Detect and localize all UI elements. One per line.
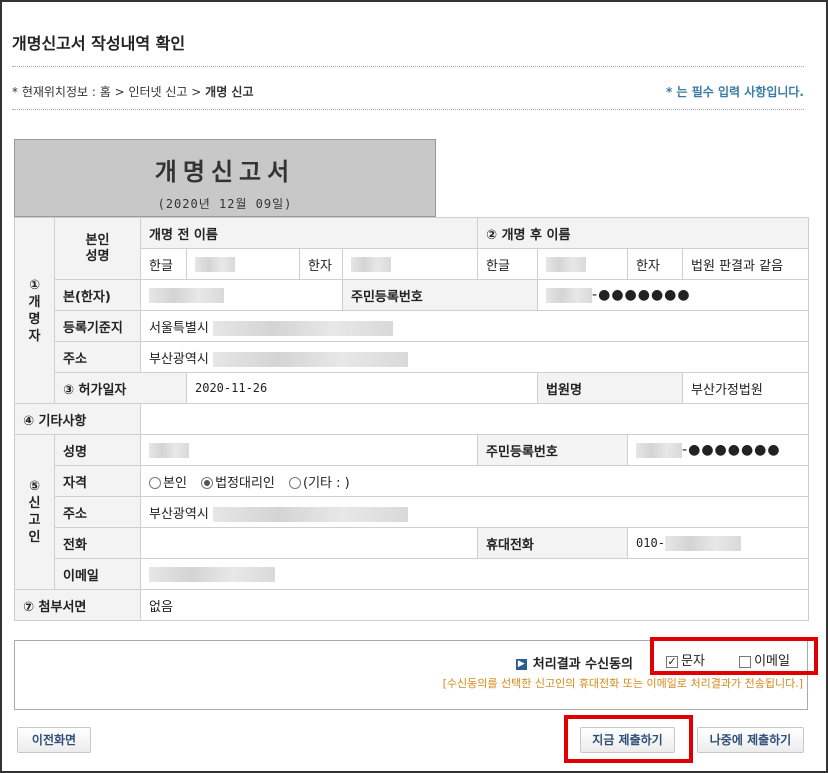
radio-other[interactable] bbox=[289, 477, 302, 489]
permit-date-value: 2020-11-26 bbox=[185, 372, 539, 404]
qualification-option-self[interactable]: 본인 bbox=[149, 476, 187, 491]
label-email: 이메일 bbox=[54, 558, 141, 590]
email-value bbox=[139, 558, 810, 590]
required-note: * 는 필수 입력 사항입니다. bbox=[666, 85, 804, 99]
redacted-text bbox=[149, 287, 224, 303]
form-title-box: 개명신고서 (2020년 12월 09일) bbox=[14, 139, 436, 217]
label-before-name: 개명 전 이름 bbox=[139, 217, 479, 249]
redacted-text bbox=[212, 351, 408, 367]
submit-later-button[interactable]: 나중에 제출하기 bbox=[697, 727, 804, 753]
attachments-value: 없음 bbox=[139, 589, 810, 621]
consent-note: [수신동의를 선택한 신고인의 휴대전화 또는 이메일로 처리결과가 전송됩니다… bbox=[442, 677, 803, 690]
label-court: 법원명 bbox=[537, 372, 684, 404]
rrn-masked: -●●●●●●● bbox=[592, 287, 691, 303]
redacted-text bbox=[546, 256, 587, 272]
address-value: 부산광역시 bbox=[139, 341, 810, 373]
label-qualification: 자격 bbox=[54, 465, 141, 497]
divider bbox=[12, 66, 804, 67]
mobile-prefix: 010- bbox=[636, 535, 665, 550]
label-rrn: 주민등록번호 bbox=[341, 279, 539, 311]
email-label: 이메일 bbox=[754, 654, 790, 669]
redacted-text bbox=[351, 256, 391, 272]
option-label: 법정대리인 bbox=[215, 475, 275, 491]
label-address: 주소 bbox=[54, 496, 141, 528]
consent-label: ▶ 처리결과 수신동의 bbox=[515, 653, 633, 672]
label-name: 성명 bbox=[54, 434, 141, 466]
qualification-options: 본인 법정대리인 (기타 : ) bbox=[139, 465, 810, 497]
option-label: (기타 : ) bbox=[303, 475, 350, 491]
form-date: (2020년 12월 09일) bbox=[157, 197, 293, 211]
breadcrumb: * 현재위치정보 : 홈 > 인터넷 신고 > 개명 신고 bbox=[12, 83, 254, 100]
redacted-text bbox=[149, 442, 189, 458]
registry-value: 서울특별시 bbox=[139, 310, 810, 342]
label-hangul: 한글 bbox=[477, 248, 539, 280]
redacted-text bbox=[195, 256, 235, 272]
label-phone: 전화 bbox=[54, 527, 141, 559]
label-after-name: ② 개명 후 이름 bbox=[477, 217, 810, 249]
submit-now-button[interactable]: 지금 제출하기 bbox=[580, 727, 675, 753]
label-hanja: 한자 bbox=[627, 248, 684, 280]
reporter-address-value: 부산광역시 bbox=[139, 496, 810, 528]
email-checkbox[interactable] bbox=[739, 655, 752, 668]
redacted-text bbox=[212, 320, 393, 336]
mobile-value: 010- bbox=[627, 527, 810, 559]
breadcrumb-path: * 현재위치정보 : 홈 > 인터넷 신고 > bbox=[12, 85, 206, 99]
qualification-option-guardian[interactable]: 법정대리인 bbox=[201, 476, 275, 491]
rrn-value: -●●●●●●● bbox=[537, 279, 810, 311]
breadcrumb-current: 개명 신고 bbox=[205, 85, 254, 99]
label-permit-date: ③ 허가일자 bbox=[54, 372, 187, 404]
consent-sms-option[interactable]: ✓ 문자 bbox=[666, 654, 705, 669]
label-self-name: 본인 성명 bbox=[54, 217, 141, 280]
section-person: ① 개 명 자 bbox=[14, 217, 55, 404]
divider bbox=[12, 109, 804, 110]
consent-email-option[interactable]: 이메일 bbox=[739, 654, 790, 669]
redacted-text bbox=[636, 443, 683, 458]
court-value: 부산가정법원 bbox=[682, 372, 810, 404]
phone-value bbox=[139, 527, 479, 559]
prev-button[interactable]: 이전화면 bbox=[17, 727, 91, 753]
after-hangul-value bbox=[537, 248, 629, 280]
reporter-rrn-value: -●●●●●●● bbox=[627, 434, 810, 466]
label-hanja: 한자 bbox=[299, 248, 343, 280]
redacted-text bbox=[212, 506, 408, 522]
other-value bbox=[139, 403, 810, 435]
label-address: 주소 bbox=[54, 341, 141, 373]
consent-options-highlight: ✓ 문자 이메일 bbox=[650, 637, 818, 675]
label-bon: 본(한자) bbox=[54, 279, 141, 311]
section-reporter: ⑤ 신 고 인 bbox=[14, 434, 55, 590]
sms-label: 문자 bbox=[681, 654, 705, 669]
reporter-name-value bbox=[139, 434, 479, 466]
radio-guardian[interactable] bbox=[201, 477, 214, 489]
option-label: 본인 bbox=[163, 475, 187, 491]
redacted-text bbox=[664, 535, 741, 551]
label-hangul: 한글 bbox=[140, 248, 187, 280]
after-hanja-value: 법원 판결과 같음 bbox=[682, 248, 810, 280]
label-other: ④ 기타사항 bbox=[14, 403, 141, 435]
redacted-text bbox=[546, 288, 593, 303]
form-title: 개명신고서 bbox=[154, 157, 296, 186]
label-rrn: 주민등록번호 bbox=[477, 434, 629, 466]
registry-text: 서울특별시 bbox=[149, 320, 209, 336]
page-title: 개명신고서 작성내역 확인 bbox=[12, 34, 186, 53]
label-attachments: ⑦ 첨부서면 bbox=[14, 589, 141, 621]
before-hangul-value bbox=[186, 248, 300, 280]
before-hanja-value bbox=[341, 248, 479, 280]
sms-checkbox[interactable]: ✓ bbox=[666, 655, 678, 668]
arrow-right-icon: ▶ bbox=[515, 659, 527, 670]
consent-label-text: 처리결과 수신동의 bbox=[532, 657, 633, 672]
rrn-masked: -●●●●●●● bbox=[682, 442, 781, 458]
radio-self[interactable] bbox=[149, 477, 161, 489]
bon-value bbox=[140, 279, 343, 311]
report-table: ① 개 명 자 본인 성명 개명 전 이름 ② 개명 후 이름 한글 한자 한글… bbox=[14, 217, 810, 621]
qualification-option-other[interactable]: (기타 : ) bbox=[289, 476, 350, 491]
address-text: 부산광역시 bbox=[149, 506, 209, 522]
label-mobile: 휴대전화 bbox=[477, 527, 629, 559]
label-registry: 등록기준지 bbox=[54, 310, 141, 342]
redacted-text bbox=[149, 566, 275, 582]
address-text: 부산광역시 bbox=[149, 351, 209, 367]
